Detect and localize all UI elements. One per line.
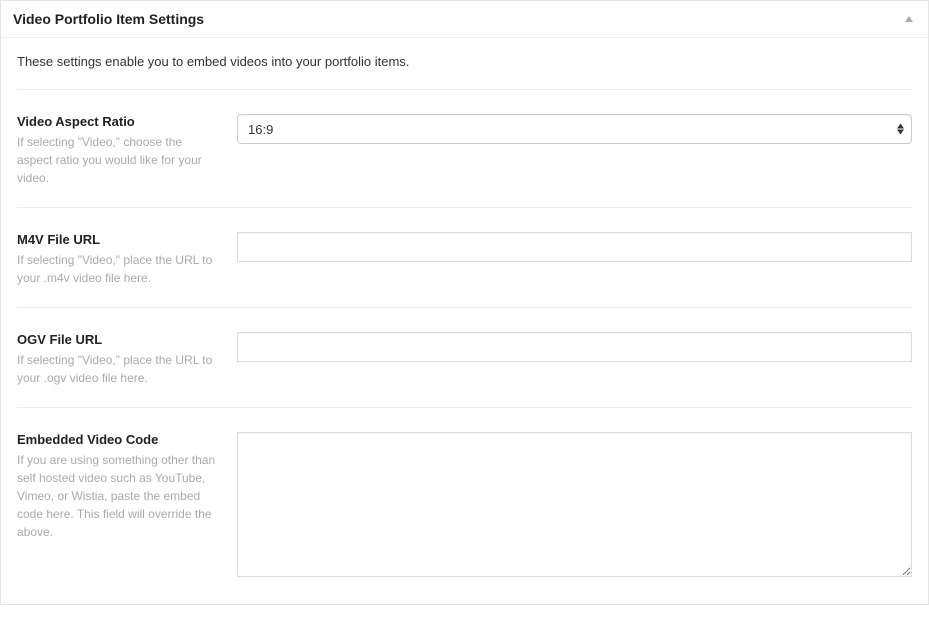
embed-code-textarea[interactable] [237,432,912,577]
field-label: OGV File URL If selecting "Video," place… [17,332,237,387]
metabox-body: These settings enable you to embed video… [1,38,928,604]
label-desc: If you are using something other than se… [17,453,215,539]
label-title: M4V File URL [17,232,217,247]
metabox-title: Video Portfolio Item Settings [13,11,204,27]
field-embed: Embedded Video Code If you are using som… [17,408,912,588]
field-label: M4V File URL If selecting "Video," place… [17,232,237,287]
field-aspect-ratio: Video Aspect Ratio If selecting "Video,"… [17,90,912,208]
select-wrapper: 16:9 [237,114,912,144]
collapse-toggle[interactable] [902,12,916,26]
field-input [237,332,912,387]
label-title: Embedded Video Code [17,432,217,447]
label-desc: If selecting "Video," place the URL to y… [17,353,212,385]
metabox-header: Video Portfolio Item Settings [1,1,928,38]
label-desc: If selecting "Video," place the URL to y… [17,253,212,285]
label-title: Video Aspect Ratio [17,114,217,129]
label-title: OGV File URL [17,332,217,347]
intro-text: These settings enable you to embed video… [17,38,912,90]
field-label: Embedded Video Code If you are using som… [17,432,237,580]
ogv-url-input[interactable] [237,332,912,362]
field-m4v: M4V File URL If selecting "Video," place… [17,208,912,308]
field-input [237,432,912,580]
field-ogv: OGV File URL If selecting "Video," place… [17,308,912,408]
field-input: 16:9 [237,114,912,187]
aspect-ratio-select[interactable]: 16:9 [237,114,912,144]
chevron-up-icon [904,14,914,24]
field-input [237,232,912,287]
m4v-url-input[interactable] [237,232,912,262]
video-portfolio-settings-metabox: Video Portfolio Item Settings These sett… [0,0,929,605]
field-label: Video Aspect Ratio If selecting "Video,"… [17,114,237,187]
label-desc: If selecting "Video," choose the aspect … [17,135,202,185]
